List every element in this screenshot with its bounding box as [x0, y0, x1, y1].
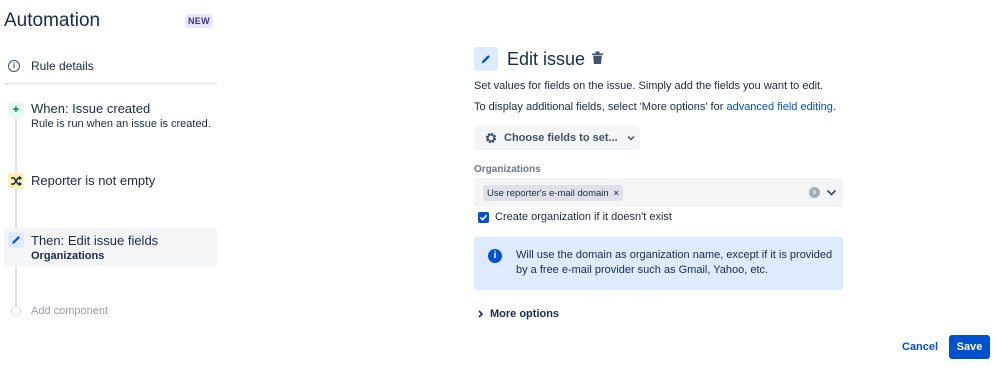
- info-icon: i: [488, 249, 502, 263]
- chevron-down-icon[interactable]: [826, 188, 837, 197]
- choose-fields-label: Choose fields to set...: [504, 132, 618, 144]
- app-title: Automation: [4, 10, 101, 31]
- rule-timeline: [15, 118, 17, 310]
- step-title: Reporter is not empty: [31, 173, 156, 188]
- step-title: Then: Edit issue fields: [31, 233, 159, 248]
- rule-details-item[interactable]: i Rule details: [8, 58, 94, 74]
- rule-step-action[interactable]: Then: Edit issue fields Organizations: [4, 228, 217, 266]
- more-options-toggle[interactable]: More options: [477, 307, 559, 321]
- description: Set values for fields on the issue. Simp…: [474, 80, 824, 92]
- selected-tag: Use reporter's e-mail domain ×: [483, 185, 623, 201]
- checkbox-label: Create organization if it doesn't exist: [495, 211, 672, 223]
- create-organization-option: Create organization if it doesn't exist: [478, 210, 672, 224]
- description-suffix: .: [832, 101, 836, 113]
- circle-icon: [11, 306, 21, 316]
- info-icon: i: [8, 60, 20, 72]
- sidebar-divider: [4, 83, 217, 84]
- chevron-down-icon: [627, 135, 635, 141]
- organizations-select[interactable]: Use reporter's e-mail domain × ×: [474, 178, 843, 207]
- organizations-field-label: Organizations: [474, 164, 541, 175]
- cancel-button[interactable]: Cancel: [898, 336, 942, 358]
- info-text-line2: by a free e-mail provider such as Gmail,…: [516, 264, 769, 276]
- create-organization-checkbox[interactable]: [478, 211, 489, 223]
- info-text-line1: Will use the domain as organization name…: [516, 249, 833, 261]
- add-component[interactable]: Add component: [11, 304, 108, 318]
- page-title: Edit issue: [507, 49, 586, 69]
- step-subtitle: Organizations: [31, 250, 105, 262]
- gear-icon: [485, 132, 497, 144]
- pencil-icon: [8, 232, 24, 248]
- shuffle-icon: [8, 173, 24, 189]
- tag-remove-icon[interactable]: ×: [614, 188, 619, 198]
- advanced-field-editing-link[interactable]: advanced field editing: [726, 101, 832, 113]
- trash-icon[interactable]: [591, 51, 604, 65]
- save-button[interactable]: Save: [949, 335, 990, 359]
- tag-label: Use reporter's e-mail domain: [487, 187, 609, 199]
- choose-fields-button[interactable]: Choose fields to set...: [474, 126, 640, 150]
- rule-details-label: Rule details: [31, 59, 94, 73]
- step-subtitle: Rule is run when an issue is created.: [31, 118, 211, 130]
- description-text: To display additional fields, select 'Mo…: [474, 101, 727, 113]
- chevron-right-icon: [478, 310, 484, 318]
- description-advanced: To display additional fields, select 'Mo…: [474, 101, 836, 113]
- new-badge: NEW: [185, 14, 213, 28]
- info-message: i Will use the domain as organization na…: [474, 237, 843, 290]
- plus-icon: +: [8, 102, 24, 118]
- step-title: When: Issue created: [31, 101, 151, 116]
- add-component-label: Add component: [31, 305, 109, 317]
- clear-icon[interactable]: ×: [809, 187, 820, 198]
- more-options-label: More options: [490, 308, 560, 320]
- edit-pencil-icon: [474, 47, 498, 71]
